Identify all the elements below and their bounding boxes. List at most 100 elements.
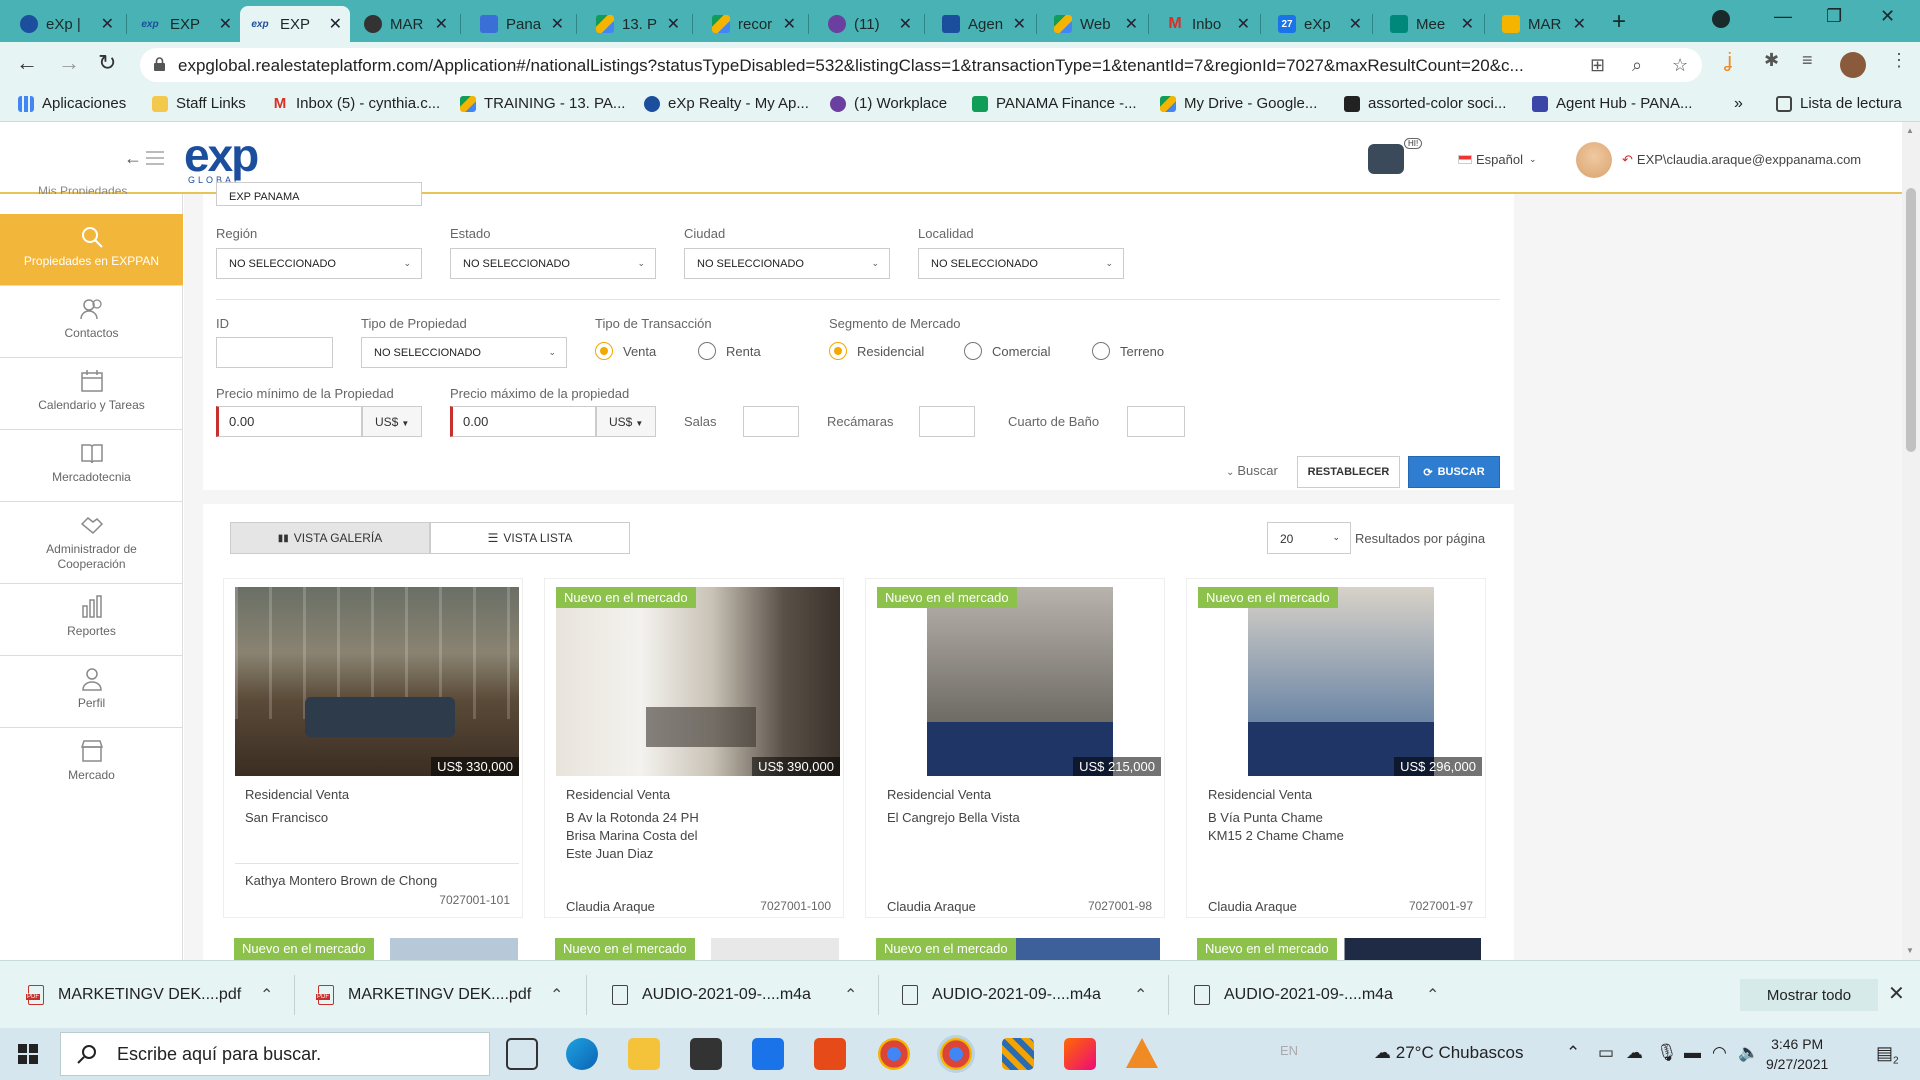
banos-input[interactable]: [1127, 406, 1185, 437]
close-icon[interactable]: ✕: [1125, 14, 1138, 34]
task-view-icon[interactable]: [506, 1038, 538, 1070]
bookmark-item[interactable]: assorted-color soci...: [1344, 95, 1506, 112]
media-control-icon[interactable]: ≡: [1802, 50, 1813, 71]
id-input[interactable]: [216, 337, 333, 368]
sidebar-item-contactos[interactable]: Contactos: [0, 286, 183, 358]
listing-photo[interactable]: US$ 330,000: [235, 587, 519, 776]
list-view-button[interactable]: ☰ VISTA LISTA: [430, 522, 630, 554]
sidebar-item-perfil[interactable]: Perfil: [0, 656, 183, 728]
taskbar-search-input[interactable]: Escribe aquí para buscar.: [60, 1032, 490, 1076]
hamburger-icon[interactable]: [146, 151, 164, 169]
browser-menu-icon[interactable]: ⋮: [1890, 50, 1908, 71]
precio-min-currency[interactable]: US$ ▼: [362, 406, 422, 437]
download-item[interactable]: AUDIO-2021-09-....m4a ⌃: [1194, 961, 1444, 1029]
system-clock[interactable]: 3:46 PM 9/27/2021: [1766, 1034, 1828, 1074]
show-all-downloads-button[interactable]: Mostrar todo: [1740, 979, 1878, 1011]
sidebar-item-mercado[interactable]: Mercado: [0, 728, 183, 800]
microphone-icon[interactable]: 🎙: [1656, 1043, 1678, 1063]
extensions-puzzle-icon[interactable]: ✱: [1764, 50, 1779, 71]
chevron-up-icon[interactable]: ⌃: [260, 985, 273, 1005]
bookmark-item[interactable]: TRAINING - 13. PA...: [460, 95, 625, 112]
chrome-icon[interactable]: [878, 1038, 910, 1070]
bookmark-item[interactable]: (1) Workplace: [830, 95, 947, 112]
scroll-down-icon[interactable]: ▼: [1906, 946, 1914, 955]
browser-tab[interactable]: MAR ✕: [1494, 6, 1594, 42]
browser-tab[interactable]: MAR ✕: [356, 6, 456, 42]
chevron-up-icon[interactable]: ⌃: [1426, 985, 1439, 1005]
file-explorer-icon[interactable]: [628, 1038, 660, 1070]
close-icon[interactable]: ✕: [667, 14, 680, 34]
sidebar-item-reportes[interactable]: Reportes: [0, 584, 183, 656]
gallery-view-button[interactable]: ▮▮ VISTA GALERÍA: [230, 522, 430, 554]
app-icon[interactable]: [1064, 1038, 1096, 1070]
sidebar-item-cooperacion[interactable]: Administrador de Cooperación: [0, 502, 183, 584]
bookmark-item[interactable]: Staff Links: [152, 95, 246, 112]
download-item[interactable]: AUDIO-2021-09-....m4a ⌃: [902, 961, 1152, 1029]
wifi-icon[interactable]: ◠: [1712, 1043, 1727, 1063]
precio-min-input[interactable]: 0.00: [216, 406, 362, 437]
scrollbar-thumb[interactable]: [1906, 188, 1916, 452]
close-icon[interactable]: ✕: [899, 14, 912, 34]
chrome-active-icon[interactable]: [940, 1038, 972, 1070]
onedrive-icon[interactable]: ☁: [1626, 1043, 1643, 1063]
download-item[interactable]: MARKETINGV DEK....pdf ⌃: [316, 961, 568, 1029]
listing-photo[interactable]: Nuevo en el mercado US$ 390,000: [556, 587, 840, 776]
restore-icon[interactable]: ❐: [1826, 6, 1842, 27]
radio-venta[interactable]: Venta: [595, 342, 656, 360]
tab-search-icon[interactable]: [1712, 10, 1730, 28]
listing-card[interactable]: Nuevo en el mercado: [1197, 938, 1481, 960]
download-item[interactable]: MARKETINGV DEK....pdf ⌃: [26, 961, 278, 1029]
listing-card[interactable]: Nuevo en el mercado US$ 390,000 Residenc…: [544, 578, 844, 918]
mail-icon[interactable]: [752, 1038, 784, 1070]
bookmark-item[interactable]: PANAMA Finance -...: [972, 95, 1137, 112]
browser-tab[interactable]: Pana ✕: [472, 6, 572, 42]
chatbot-icon[interactable]: [1368, 144, 1404, 174]
close-icon[interactable]: ✕: [219, 14, 232, 34]
profile-avatar[interactable]: [1840, 52, 1866, 78]
browser-tab[interactable]: exp EXP ✕: [130, 6, 240, 42]
scroll-up-icon[interactable]: ▲: [1906, 126, 1914, 135]
recamaras-input[interactable]: [919, 406, 975, 437]
radio-residencial[interactable]: Residencial: [829, 342, 924, 360]
listing-card[interactable]: Nuevo en el mercado US$ 215,000 Residenc…: [865, 578, 1165, 918]
toggle-search[interactable]: ⌄ Buscar: [1226, 463, 1278, 478]
bookmark-apps[interactable]: Aplicaciones: [18, 95, 126, 112]
reload-icon[interactable]: ↻: [98, 50, 116, 76]
window-close-icon[interactable]: ✕: [1880, 6, 1895, 27]
minimize-icon[interactable]: —: [1774, 6, 1792, 27]
sidebar-item-mercadotecnia[interactable]: Mercadotecnia: [0, 430, 183, 502]
listing-photo[interactable]: Nuevo en el mercado US$ 296,000: [1198, 587, 1482, 776]
battery-icon[interactable]: ▬: [1684, 1043, 1701, 1063]
browser-tab[interactable]: recor ✕: [704, 6, 804, 42]
close-icon[interactable]: ✕: [1349, 14, 1362, 34]
browser-tab[interactable]: Mee ✕: [1382, 6, 1482, 42]
close-icon[interactable]: ✕: [551, 14, 564, 34]
sidebar-item-mis-propiedades[interactable]: Mis Propiedades: [38, 184, 127, 194]
close-icon[interactable]: ✕: [783, 14, 796, 34]
forward-icon[interactable]: →: [58, 50, 80, 76]
page-scrollbar[interactable]: ▲ ▼: [1902, 122, 1920, 960]
browser-tab[interactable]: 27 eXp ✕: [1270, 6, 1370, 42]
close-icon[interactable]: ✕: [1461, 14, 1474, 34]
salas-input[interactable]: [743, 406, 799, 437]
tray-expand-icon[interactable]: ⌃: [1566, 1043, 1580, 1063]
browser-tab[interactable]: 13. P ✕: [588, 6, 688, 42]
browser-tab[interactable]: Agen ✕: [934, 6, 1034, 42]
region-select[interactable]: NO SELECCIONADO ⌄: [216, 248, 422, 279]
ciudad-select[interactable]: NO SELECCIONADO ⌄: [684, 248, 890, 279]
volume-icon[interactable]: 🔈: [1738, 1043, 1759, 1063]
weather-widget[interactable]: ☁ 27°C Chubascos: [1374, 1043, 1524, 1063]
listing-card[interactable]: US$ 330,000 Residencial Venta San Franci…: [223, 578, 523, 918]
browser-tab[interactable]: (11) ✕: [820, 6, 920, 42]
bookmark-item[interactable]: Agent Hub - PANA...: [1532, 95, 1692, 112]
listing-card[interactable]: Nuevo en el mercado: [555, 938, 839, 960]
exp-global-logo[interactable]: exp GLOBAL: [184, 132, 259, 185]
bookmark-item[interactable]: M Inbox (5) - cynthia.c...: [272, 95, 440, 112]
address-bar[interactable]: expglobal.realestateplatform.com/Applica…: [140, 48, 1702, 82]
browser-tab[interactable]: eXp | ✕: [12, 6, 122, 42]
tipo-propiedad-select[interactable]: NO SELECCIONADO ⌄: [361, 337, 567, 368]
user-account[interactable]: ↶ EXP\claudia.araque@exppanama.com: [1622, 152, 1861, 168]
chevron-up-icon[interactable]: ⌃: [550, 985, 563, 1005]
search-button[interactable]: ⟳ BUSCAR: [1408, 456, 1500, 488]
windows-start-icon[interactable]: [18, 1044, 38, 1064]
